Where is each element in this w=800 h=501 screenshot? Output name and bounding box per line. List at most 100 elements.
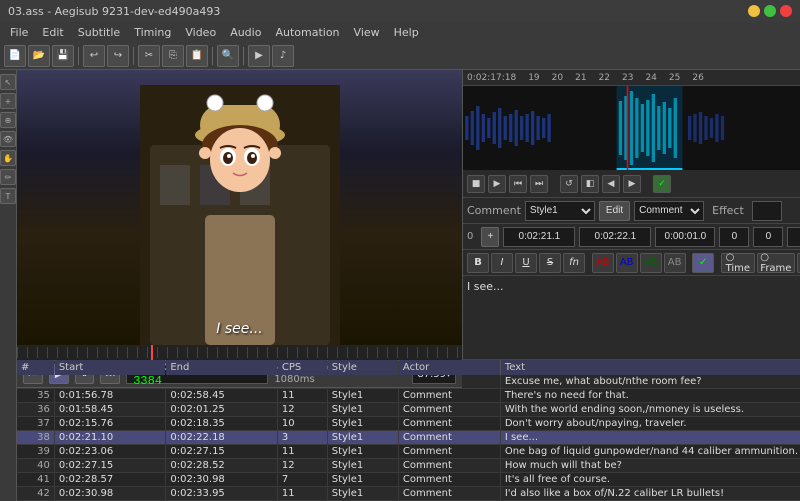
- cell-start: 0:02:23.06: [54, 445, 166, 459]
- table-row[interactable]: 41 0:02:28.57 0:02:30.98 7 Style1 Commen…: [17, 473, 800, 487]
- end-time-input[interactable]: [579, 227, 651, 247]
- tool-eye[interactable]: 👁: [0, 131, 16, 147]
- strike-btn[interactable]: S: [539, 253, 561, 273]
- menu-timing[interactable]: Timing: [128, 22, 177, 42]
- audio-prev-line-btn[interactable]: ◀: [602, 175, 620, 193]
- col-start: Start: [54, 360, 166, 375]
- menu-edit[interactable]: Edit: [36, 22, 69, 42]
- table-row[interactable]: 37 0:02:15.76 0:02:18.35 10 Style1 Comme…: [17, 417, 800, 431]
- cell-end: 0:02:33.95: [166, 487, 278, 501]
- tool-zoom[interactable]: ⊕: [0, 112, 16, 128]
- table-row[interactable]: 38 0:02:21.10 0:02:22.18 3 Style1 Commen…: [17, 431, 800, 445]
- cell-start: 0:01:56.78: [54, 389, 166, 403]
- edit-style-btn[interactable]: Edit: [599, 201, 630, 221]
- table-row[interactable]: 40 0:02:27.15 0:02:28.52 12 Style1 Comme…: [17, 459, 800, 473]
- cell-actor: Comment: [398, 403, 500, 417]
- italic-btn[interactable]: I: [491, 253, 513, 273]
- col-actor: Actor: [398, 360, 500, 375]
- color2-btn[interactable]: AB: [616, 253, 638, 273]
- underline-btn[interactable]: U: [515, 253, 537, 273]
- cell-num: 42: [17, 487, 54, 501]
- audio-play-btn[interactable]: ▶: [488, 175, 506, 193]
- menu-file[interactable]: File: [4, 22, 34, 42]
- audio-commit-btn[interactable]: ✓: [653, 175, 671, 193]
- audio-next-btn[interactable]: ⏭: [530, 175, 548, 193]
- open-btn[interactable]: 📂: [28, 45, 50, 67]
- effect-input[interactable]: [752, 201, 782, 221]
- cell-num: 38: [17, 431, 54, 445]
- duration-input[interactable]: [655, 227, 715, 247]
- menu-subtitle[interactable]: Subtitle: [72, 22, 126, 42]
- col-cps: CPS: [277, 360, 327, 375]
- tool-arrow[interactable]: ↖: [0, 74, 16, 90]
- cell-num: 36: [17, 403, 54, 417]
- menu-help[interactable]: Help: [388, 22, 425, 42]
- commit-btn[interactable]: ✓: [692, 253, 714, 273]
- top-area: I see... ⏮ ▶ ⏸ ⏭ 0:02:21.141 - 3384: [17, 70, 800, 360]
- tool-text[interactable]: T: [0, 188, 16, 204]
- tool-pencil[interactable]: ✏: [0, 169, 16, 185]
- table-row[interactable]: 42 0:02:30.98 0:02:33.95 11 Style1 Comme…: [17, 487, 800, 501]
- bold-btn[interactable]: B: [467, 253, 489, 273]
- cell-style: Style1: [327, 473, 398, 487]
- subtitle-overlay: I see...: [17, 321, 462, 337]
- num2-input[interactable]: [753, 227, 783, 247]
- table-header-row: # Start End CPS Style Actor Text: [17, 360, 800, 375]
- video-btn[interactable]: ▶: [248, 45, 270, 67]
- undo-btn[interactable]: ↩: [83, 45, 105, 67]
- num3-input[interactable]: [787, 227, 800, 247]
- save-btn[interactable]: 💾: [52, 45, 74, 67]
- menu-video[interactable]: Video: [179, 22, 222, 42]
- color3-btn[interactable]: AB: [640, 253, 662, 273]
- audio-sel-btn[interactable]: ◧: [581, 175, 599, 193]
- new-btn[interactable]: 📄: [4, 45, 26, 67]
- cell-text: How much will that be?: [500, 459, 800, 473]
- format-row: B I U S fn AB AB AB AB ✓ ○ Time ○ Frame …: [463, 250, 800, 276]
- tool-cross[interactable]: +: [0, 93, 16, 109]
- audio-loop-btn[interactable]: ↺: [560, 175, 578, 193]
- cut-btn[interactable]: ✂: [138, 45, 160, 67]
- maximize-btn[interactable]: [764, 5, 776, 17]
- style-select[interactable]: Style1: [525, 201, 595, 221]
- time-marker-3: 21: [575, 73, 586, 83]
- table-row[interactable]: 35 0:01:56.78 0:02:58.45 11 Style1 Comme…: [17, 389, 800, 403]
- audio-btn[interactable]: ♪: [272, 45, 294, 67]
- comment-select[interactable]: Comment: [634, 201, 704, 221]
- audio-stop-btn[interactable]: ■: [467, 175, 485, 193]
- audio-prev-btn[interactable]: ⏮: [509, 175, 527, 193]
- time-checkbox[interactable]: ○ Time: [721, 253, 755, 273]
- table-row[interactable]: 36 0:01:58.45 0:02:01.25 12 Style1 Comme…: [17, 403, 800, 417]
- redo-btn[interactable]: ↪: [107, 45, 129, 67]
- copy-btn[interactable]: ⎘: [162, 45, 184, 67]
- find-btn[interactable]: 🔍: [217, 45, 239, 67]
- frame-checkbox[interactable]: ○ Frame: [757, 253, 795, 273]
- add-row-btn[interactable]: 0: [467, 231, 473, 242]
- color4-btn[interactable]: AB: [664, 253, 686, 273]
- close-btn[interactable]: [780, 5, 792, 17]
- time-marker-8: 26: [692, 73, 703, 83]
- menu-view[interactable]: View: [348, 22, 386, 42]
- font-btn[interactable]: fn: [563, 253, 585, 273]
- cell-style: Style1: [327, 459, 398, 473]
- menu-automation[interactable]: Automation: [269, 22, 345, 42]
- minimize-btn[interactable]: [748, 5, 760, 17]
- video-timeline[interactable]: [17, 345, 462, 360]
- table-row[interactable]: 39 0:02:23.06 0:02:27.15 11 Style1 Comme…: [17, 445, 800, 459]
- add-time-btn[interactable]: +: [481, 227, 499, 247]
- waveform-svg: [463, 86, 800, 170]
- tool-hand[interactable]: ✋: [0, 150, 16, 166]
- color1-btn[interactable]: AB: [592, 253, 614, 273]
- waveform[interactable]: [463, 86, 800, 170]
- audio-controls: ■ ▶ ⏮ ⏭ ↺ ◧ ◀ ▶ ✓: [463, 170, 800, 198]
- cell-actor: Comment: [398, 389, 500, 403]
- num1-input[interactable]: [719, 227, 749, 247]
- paste-btn[interactable]: 📋: [186, 45, 208, 67]
- start-time-input[interactable]: [503, 227, 575, 247]
- cell-num: 41: [17, 473, 54, 487]
- effect-label: Effect: [712, 204, 744, 217]
- cell-num: 37: [17, 417, 54, 431]
- menu-audio[interactable]: Audio: [224, 22, 267, 42]
- audio-next-line-btn[interactable]: ▶: [623, 175, 641, 193]
- right-panel: 0:02:17:18 19 20 21 22 23 24 25 26: [462, 70, 800, 360]
- time-marker-1: 19: [528, 73, 539, 83]
